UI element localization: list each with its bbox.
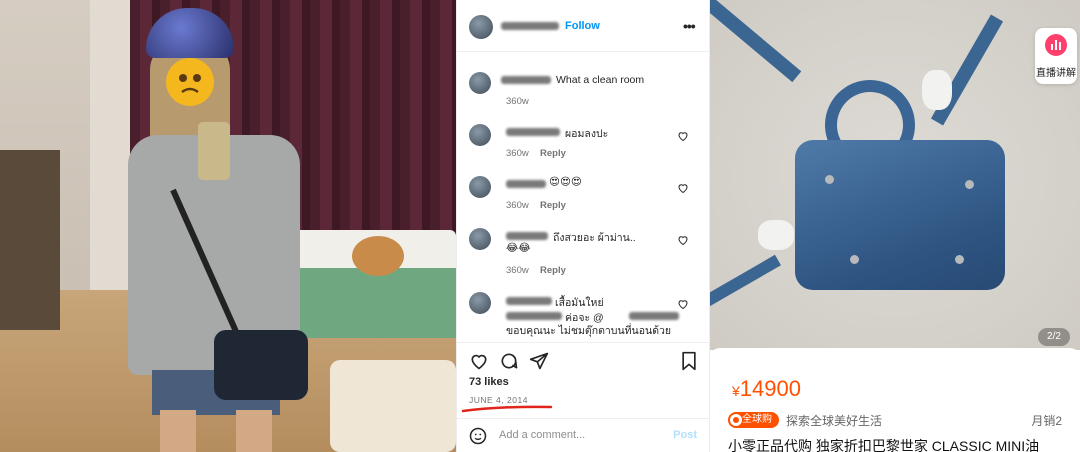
monthly-sales: 月销2: [1031, 414, 1062, 428]
global-buy-badge: 全球购: [728, 412, 779, 428]
comment-time: 360w: [506, 148, 529, 159]
comment-text: What a clean room: [556, 74, 645, 86]
commenter-avatar[interactable]: [469, 292, 491, 314]
price-value: 14900: [739, 376, 801, 401]
selfie-photo: [0, 0, 456, 452]
follow-button[interactable]: Follow: [565, 20, 600, 32]
likes-count[interactable]: 73 likes: [469, 376, 509, 388]
comment-time: 360w: [506, 200, 529, 211]
blue-handbag: [795, 140, 1005, 290]
commenter-avatar[interactable]: [469, 72, 491, 94]
like-heart-icon[interactable]: [677, 234, 689, 246]
door-frame: [90, 0, 130, 290]
commenter-username-blurred[interactable]: [506, 180, 546, 188]
mention-blurred[interactable]: [629, 312, 679, 320]
comment-time: 360w: [506, 265, 529, 276]
tissue-paper: [758, 220, 794, 250]
stuffed-toy: [352, 236, 404, 276]
like-heart-icon[interactable]: [677, 130, 689, 142]
shelf: [0, 150, 60, 330]
currency-symbol: ¥: [732, 383, 740, 399]
reply-link[interactable]: Reply: [540, 265, 566, 276]
pillow: [330, 360, 456, 452]
commenter-username-blurred[interactable]: [506, 128, 560, 136]
black-shoulder-bag: [214, 330, 308, 400]
live-explain-button[interactable]: 直播讲解: [1035, 28, 1077, 84]
commenter-username-blurred[interactable]: [501, 76, 551, 84]
commenter-avatar[interactable]: [469, 228, 491, 250]
comment-text: ขอบคุณนะ ไม่ชมตุ๊กตาบนที่นอนด้วย: [506, 325, 672, 337]
comment-text: ถึงสวยอะ ผ้าม่าน..: [553, 232, 636, 244]
live-bars-icon: [1045, 34, 1067, 56]
comment-text: ผอมลงปะ: [565, 128, 609, 140]
like-heart-icon[interactable]: [469, 351, 489, 371]
share-send-icon[interactable]: [529, 351, 549, 371]
mention-blurred[interactable]: [506, 312, 562, 320]
reply-link[interactable]: Reply: [540, 200, 566, 211]
red-underline-annotation: [461, 405, 553, 413]
comment-text: 😍😍😍: [549, 176, 582, 188]
left-leg: [160, 410, 196, 452]
gold-phone: [198, 122, 230, 180]
bag-stud: [965, 180, 974, 189]
emoji-smiley-icon[interactable]: [469, 427, 487, 445]
live-explain-label: 直播讲解: [1036, 68, 1076, 79]
bag-stud: [825, 175, 834, 184]
comment-time: 360w: [506, 96, 529, 107]
bag-stud: [850, 255, 859, 264]
product-listing-panel: 直播讲解 2/2 ¥14900 全球购 探索全球美好生活 月销2 小零正品代购 …: [710, 0, 1080, 452]
tissue-paper: [922, 70, 952, 110]
image-counter: 2/2: [1038, 328, 1070, 346]
right-leg: [236, 410, 272, 452]
commenter-avatar[interactable]: [469, 124, 491, 146]
poster-avatar[interactable]: [469, 15, 493, 39]
add-comment-input[interactable]: Add a comment...: [499, 429, 585, 441]
reply-link[interactable]: Reply: [540, 148, 566, 159]
more-dots-icon[interactable]: •••: [683, 18, 696, 34]
post-header: Follow •••: [457, 0, 711, 52]
instagram-post-panel: Follow ••• What a clean room 360w ผอมลงป…: [456, 0, 711, 452]
divider: [457, 342, 711, 343]
add-comment-bar: Add a comment... Post: [457, 418, 711, 452]
price: ¥14900: [732, 376, 801, 402]
product-title[interactable]: 小零正品代购 独家折扣巴黎世家 CLASSIC MINI油: [728, 436, 1039, 452]
poster-username-blurred[interactable]: [501, 22, 559, 30]
commenter-avatar[interactable]: [469, 176, 491, 198]
price-section: ¥14900 全球购 探索全球美好生活 月销2 小零正品代购 独家折扣巴黎世家 …: [710, 348, 1080, 452]
emoji-face-cover-icon: [166, 58, 214, 106]
comment-emoji: 😂😂: [506, 242, 531, 254]
bookmark-icon[interactable]: [680, 351, 698, 371]
commenter-username-blurred[interactable]: [506, 297, 552, 305]
comment-bubble-icon[interactable]: [499, 351, 519, 371]
post-button[interactable]: Post: [673, 429, 697, 441]
like-heart-icon[interactable]: [677, 298, 689, 310]
bag-stud: [955, 255, 964, 264]
commenter-username-blurred[interactable]: [506, 232, 548, 240]
badge-label: 全球购: [742, 414, 772, 425]
badge-logo-icon: [730, 414, 742, 426]
store-slogan[interactable]: 探索全球美好生活: [786, 412, 882, 429]
like-heart-icon[interactable]: [677, 182, 689, 194]
